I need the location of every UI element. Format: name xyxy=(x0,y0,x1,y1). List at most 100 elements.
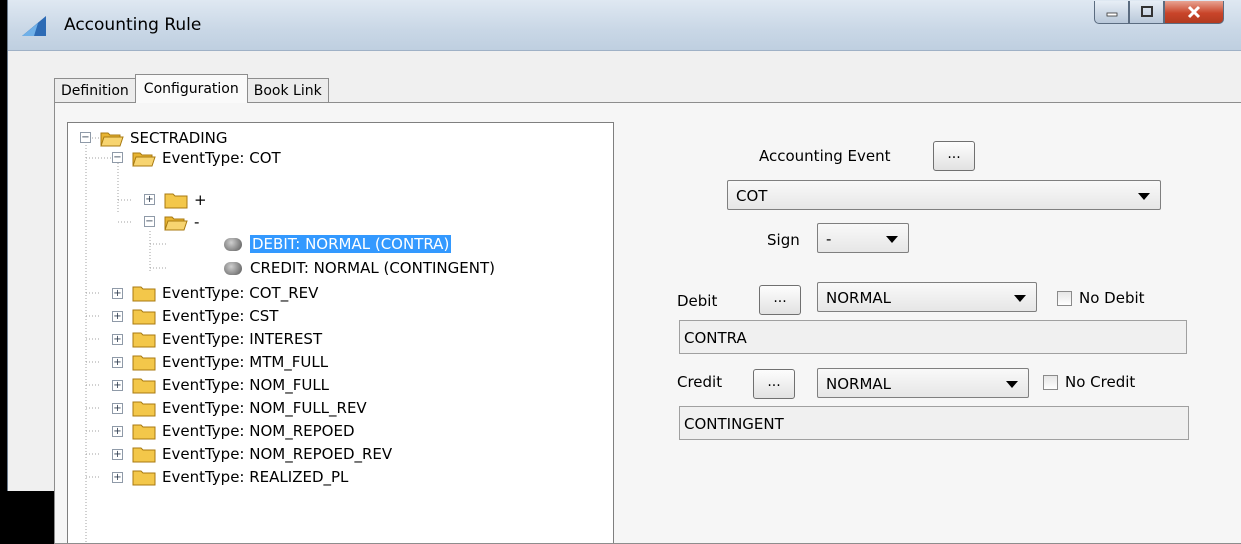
accounting-rule-window: Accounting Rule Definition Configuration… xyxy=(7,0,1241,544)
tree-node-root[interactable]: SECTRADING xyxy=(100,127,228,149)
debit-browse-button[interactable]: ... xyxy=(759,285,801,315)
tree-node-label: EventType: NOM_REPOED xyxy=(162,422,355,440)
tree-node-minus[interactable]: - xyxy=(164,211,199,233)
folder-icon xyxy=(164,193,188,209)
accounting-event-select[interactable]: COT xyxy=(727,180,1161,210)
tree-leaf-label: CREDIT: NORMAL (CONTINGENT) xyxy=(250,259,495,277)
tree-node-event[interactable]: EventType: REALIZED_PL xyxy=(132,466,348,488)
configuration-panel: − SECTRADING − EventType: COT + + − - DE… xyxy=(54,102,1241,544)
expand-icon[interactable]: + xyxy=(112,449,123,460)
expand-icon[interactable]: + xyxy=(112,357,123,368)
expand-icon[interactable]: + xyxy=(112,403,123,414)
sign-select[interactable]: - xyxy=(817,223,909,253)
minimize-button[interactable] xyxy=(1094,1,1129,24)
collapse-icon[interactable]: − xyxy=(80,132,91,143)
checkbox-icon xyxy=(1057,290,1072,306)
rule-tree[interactable]: − SECTRADING − EventType: COT + + − - DE… xyxy=(67,122,614,543)
tree-node-event-cot[interactable]: EventType: COT xyxy=(132,147,281,169)
no-credit-checkbox[interactable]: No Credit xyxy=(1043,373,1135,391)
folder-open-icon xyxy=(100,132,124,147)
expand-icon[interactable]: + xyxy=(144,194,155,205)
no-credit-label: No Credit xyxy=(1065,373,1136,391)
accounting-event-label: Accounting Event xyxy=(759,147,891,165)
tree-node-label: EventType: MTM_FULL xyxy=(162,353,329,371)
credit-value: NORMAL xyxy=(826,375,892,393)
folder-icon xyxy=(132,447,156,463)
debit-value: NORMAL xyxy=(826,289,892,307)
folder-open-icon xyxy=(164,216,188,231)
tree-node-event[interactable]: EventType: NOM_FULL_REV xyxy=(132,397,367,419)
tree-node-label: EventType: INTEREST xyxy=(162,330,323,348)
checkbox-icon xyxy=(1043,374,1058,390)
tab-book-link[interactable]: Book Link xyxy=(246,78,329,103)
folder-icon xyxy=(132,378,156,394)
expand-icon[interactable]: + xyxy=(112,380,123,391)
debit-label: Debit xyxy=(677,292,718,310)
folder-icon xyxy=(132,355,156,371)
expand-icon[interactable]: + xyxy=(112,288,123,299)
rule-config-form: Accounting Event ... COT Sign - Debit ..… xyxy=(645,103,1241,543)
credit-label: Credit xyxy=(677,373,723,391)
tree-node-label: EventType: NOM_REPOED_REV xyxy=(162,445,393,463)
rule-leaf-icon xyxy=(224,237,242,251)
expand-icon[interactable]: + xyxy=(112,472,123,483)
tree-node-event[interactable]: EventType: INTEREST xyxy=(132,328,322,350)
tree-node-label: EventType: NOM_FULL xyxy=(162,376,330,394)
accounting-event-value: COT xyxy=(736,187,768,205)
collapse-icon[interactable]: − xyxy=(112,152,123,163)
tree-node-event[interactable]: EventType: NOM_REPOED_REV xyxy=(132,443,392,465)
sign-value: - xyxy=(826,230,832,248)
tree-leaf-label: DEBIT: NORMAL (CONTRA) xyxy=(250,235,452,253)
window-title: Accounting Rule xyxy=(64,15,202,35)
debit-account-field[interactable]: CONTRA xyxy=(679,320,1187,354)
tab-definition[interactable]: Definition xyxy=(54,78,136,103)
folder-icon xyxy=(132,332,156,348)
sign-label: Sign xyxy=(767,231,800,249)
tree-node-label: EventType: COT_REV xyxy=(162,284,319,302)
folder-icon xyxy=(132,470,156,486)
no-debit-checkbox[interactable]: No Debit xyxy=(1057,289,1145,307)
collapse-icon[interactable]: − xyxy=(144,216,155,227)
tree-node-event[interactable]: EventType: COT_REV xyxy=(132,282,318,304)
maximize-button[interactable] xyxy=(1129,1,1164,24)
credit-browse-button[interactable]: ... xyxy=(753,369,795,399)
folder-icon xyxy=(132,401,156,417)
tree-node-event[interactable]: EventType: MTM_FULL xyxy=(132,351,328,373)
folder-open-icon xyxy=(132,152,156,167)
close-icon xyxy=(1187,5,1201,19)
expand-icon[interactable]: + xyxy=(112,334,123,345)
tab-strip: Definition Configuration Book Link xyxy=(54,74,329,103)
tree-node-label: EventType: NOM_FULL_REV xyxy=(162,399,367,417)
credit-select[interactable]: NORMAL xyxy=(817,368,1029,398)
tree-node-label: + xyxy=(194,191,207,209)
chevron-down-icon xyxy=(1014,295,1026,302)
no-debit-label: No Debit xyxy=(1079,289,1145,307)
expand-icon[interactable]: + xyxy=(112,426,123,437)
tree-node-event[interactable]: EventType: CST xyxy=(132,305,278,327)
folder-icon xyxy=(132,286,156,302)
close-button[interactable] xyxy=(1164,1,1224,24)
app-icon xyxy=(22,16,46,36)
tab-configuration[interactable]: Configuration xyxy=(134,74,248,103)
maximize-icon xyxy=(1140,6,1153,17)
tree-leaf-debit[interactable]: DEBIT: NORMAL (CONTRA) xyxy=(224,233,452,255)
tree-node-plus[interactable]: + xyxy=(164,189,207,211)
chevron-down-icon xyxy=(886,236,898,243)
minimize-icon xyxy=(1106,12,1117,17)
accounting-event-browse-button[interactable]: ... xyxy=(933,141,975,171)
tree-node-label: SECTRADING xyxy=(130,129,228,147)
folder-icon xyxy=(132,309,156,325)
debit-select[interactable]: NORMAL xyxy=(817,282,1037,312)
tree-node-label: - xyxy=(194,213,200,231)
tree-node-event[interactable]: EventType: NOM_REPOED xyxy=(132,420,355,442)
credit-account-field[interactable]: CONTINGENT xyxy=(679,406,1189,440)
tree-node-event[interactable]: EventType: NOM_FULL xyxy=(132,374,329,396)
chevron-down-icon xyxy=(1006,381,1018,388)
folder-icon xyxy=(132,424,156,440)
title-bar[interactable]: Accounting Rule xyxy=(8,0,1241,51)
chevron-down-icon xyxy=(1138,193,1150,200)
tree-leaf-credit[interactable]: CREDIT: NORMAL (CONTINGENT) xyxy=(224,257,495,279)
expand-icon[interactable]: + xyxy=(112,311,123,322)
tree-node-label: EventType: REALIZED_PL xyxy=(162,468,349,486)
tree-node-label: EventType: CST xyxy=(162,307,279,325)
